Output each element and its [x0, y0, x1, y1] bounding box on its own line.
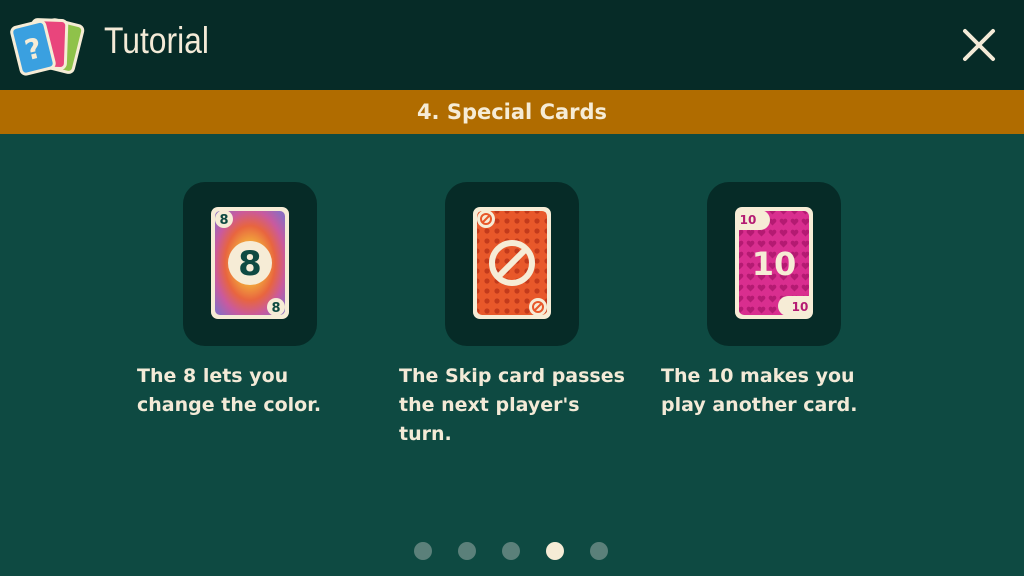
page-dot[interactable]	[414, 542, 432, 560]
card-description-skip: The Skip card passes the next player's t…	[399, 365, 625, 445]
card-face-value: 8	[238, 244, 262, 284]
card-corner-value: 10	[740, 213, 757, 227]
ten-card-image: 10 10 10	[735, 207, 813, 319]
page-dot[interactable]	[458, 542, 476, 560]
card-corner-value: 8	[219, 213, 228, 228]
card-corner-value: 10	[792, 300, 809, 314]
cards-question-icon: ?	[10, 18, 85, 76]
top-bar: ? Tutorial	[0, 0, 1024, 90]
close-icon[interactable]	[956, 22, 1002, 68]
skip-icon	[477, 210, 495, 228]
skip-card-image	[473, 207, 551, 319]
eight-card-image: 8 8 8	[211, 207, 289, 319]
section-banner: 4. Special Cards	[0, 90, 1024, 134]
card-face-value: 10	[752, 245, 797, 283]
card-tile-eight: 8 8 8	[183, 182, 317, 346]
section-title: 4. Special Cards	[416, 100, 608, 124]
page-title: Tutorial	[104, 20, 209, 61]
page-dot[interactable]	[502, 542, 520, 560]
card-tile-ten: 10 10 10	[707, 182, 841, 346]
card-description-ten: The 10 makes you play another card.	[661, 365, 858, 416]
page-dot[interactable]	[590, 542, 608, 560]
card-tile-skip	[445, 182, 579, 346]
page-dot-active[interactable]	[546, 542, 564, 560]
skip-icon	[529, 298, 547, 316]
card-corner-value: 8	[271, 301, 280, 316]
card-description-eight: The 8 lets you change the color.	[137, 365, 322, 416]
page-indicator	[414, 541, 608, 561]
